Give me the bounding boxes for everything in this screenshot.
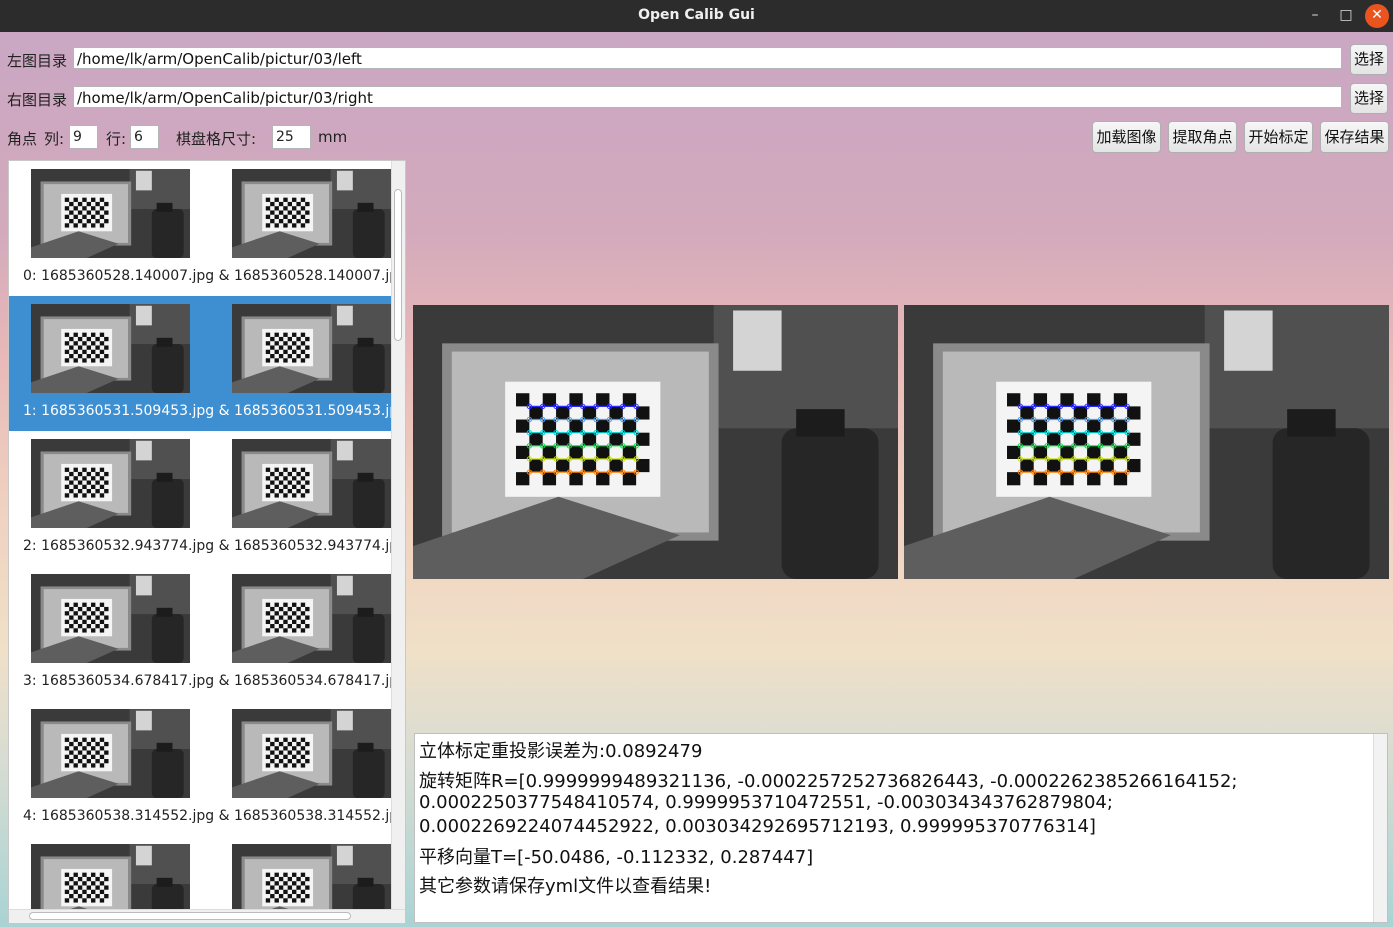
- cols-input[interactable]: 9: [69, 125, 98, 149]
- left-thumbnail: [31, 439, 190, 528]
- left-thumbnail: [31, 304, 190, 393]
- left-corner-image: [413, 305, 898, 579]
- watermark-text: 知乎 @萨达哈鲁: [1060, 857, 1324, 898]
- load-images-button[interactable]: 加载图像: [1092, 121, 1161, 153]
- right-thumbnail: [232, 439, 391, 528]
- start-calibration-button[interactable]: 开始标定: [1244, 121, 1313, 153]
- window-title: Open Calib Gui: [638, 7, 755, 23]
- right-dir-label: 右图目录: [7, 91, 68, 109]
- corner-label: 角点: [7, 130, 38, 148]
- left-thumbnail: [31, 709, 190, 798]
- title-bar: Open Calib Gui – □ ✕: [0, 0, 1393, 32]
- right-dir-select-button[interactable]: 选择: [1350, 83, 1388, 114]
- left-dir-select-button[interactable]: 选择: [1350, 44, 1388, 75]
- left-dir-input[interactable]: /home/lk/arm/OpenCalib/pictur/03/left: [73, 47, 1342, 69]
- image-pair-list[interactable]: 0: 1685360528.140007.jpg & 1685360528.14…: [8, 160, 406, 924]
- image-pair-caption: 2: 1685360532.943774.jpg & 1685360532.94…: [23, 538, 406, 554]
- square-size-label: 棋盘格尺寸:: [176, 130, 257, 148]
- list-horizontal-scrollbar[interactable]: [9, 909, 405, 923]
- reprojection-error-text: 立体标定重投影误差为:0.0892479: [419, 741, 703, 762]
- list-horizontal-scroll-thumb[interactable]: [29, 912, 351, 920]
- image-pair-item[interactable]: 4: 1685360538.314552.jpg & 1685360538.31…: [9, 701, 405, 836]
- rotation-matrix-line-2: 0.0002250377548410574, 0.999995371047255…: [419, 792, 1113, 813]
- left-dir-label: 左图目录: [7, 52, 68, 70]
- cols-label: 列:: [44, 130, 65, 148]
- image-pair-item[interactable]: 3: 1685360534.678417.jpg & 1685360534.67…: [9, 566, 405, 701]
- save-results-button[interactable]: 保存结果: [1320, 121, 1389, 153]
- list-vertical-scroll-thumb[interactable]: [394, 189, 402, 341]
- image-pair-item[interactable]: 0: 1685360528.140007.jpg & 1685360528.14…: [9, 161, 405, 296]
- save-hint-text: 其它参数请保存yml文件以查看结果!: [419, 876, 712, 897]
- image-pair-caption: 3: 1685360534.678417.jpg & 1685360534.67…: [23, 673, 406, 689]
- left-thumbnail: [31, 574, 190, 663]
- right-thumbnail: [232, 574, 391, 663]
- maximize-icon[interactable]: □: [1334, 4, 1358, 28]
- right-thumbnail: [232, 169, 391, 258]
- list-vertical-scrollbar[interactable]: [391, 161, 405, 923]
- right-dir-input[interactable]: /home/lk/arm/OpenCalib/pictur/03/right: [73, 86, 1342, 108]
- close-icon[interactable]: ✕: [1365, 4, 1389, 28]
- rows-input[interactable]: 6: [130, 125, 159, 149]
- minimize-icon[interactable]: –: [1303, 4, 1327, 28]
- rotation-matrix-line-3: 0.0002269224074452922, 0.003034292695712…: [419, 816, 1096, 837]
- right-thumbnail: [232, 304, 391, 393]
- extract-corners-button[interactable]: 提取角点: [1168, 121, 1237, 153]
- translation-vector-text: 平移向量T=[-50.0486, -0.112332, 0.287447]: [419, 847, 814, 868]
- right-thumbnail: [232, 709, 391, 798]
- left-thumbnail: [31, 169, 190, 258]
- rows-label: 行:: [106, 130, 127, 148]
- rotation-matrix-line-1: 旋转矩阵R=[0.9999999489321136, -0.0002257252…: [419, 771, 1238, 792]
- image-pair-caption: 0: 1685360528.140007.jpg & 1685360528.14…: [23, 268, 406, 284]
- right-corner-image: [904, 305, 1389, 579]
- image-pair-item[interactable]: 2: 1685360532.943774.jpg & 1685360532.94…: [9, 431, 405, 566]
- square-size-input[interactable]: 25: [272, 125, 311, 149]
- image-pair-caption: 1: 1685360531.509453.jpg & 1685360531.50…: [23, 403, 406, 419]
- output-scrollbar[interactable]: [1373, 734, 1387, 922]
- image-pair-caption: 4: 1685360538.314552.jpg & 1685360538.31…: [23, 808, 406, 824]
- image-pair-item[interactable]: 1: 1685360531.509453.jpg & 1685360531.50…: [9, 296, 405, 431]
- unit-label: mm: [318, 128, 348, 146]
